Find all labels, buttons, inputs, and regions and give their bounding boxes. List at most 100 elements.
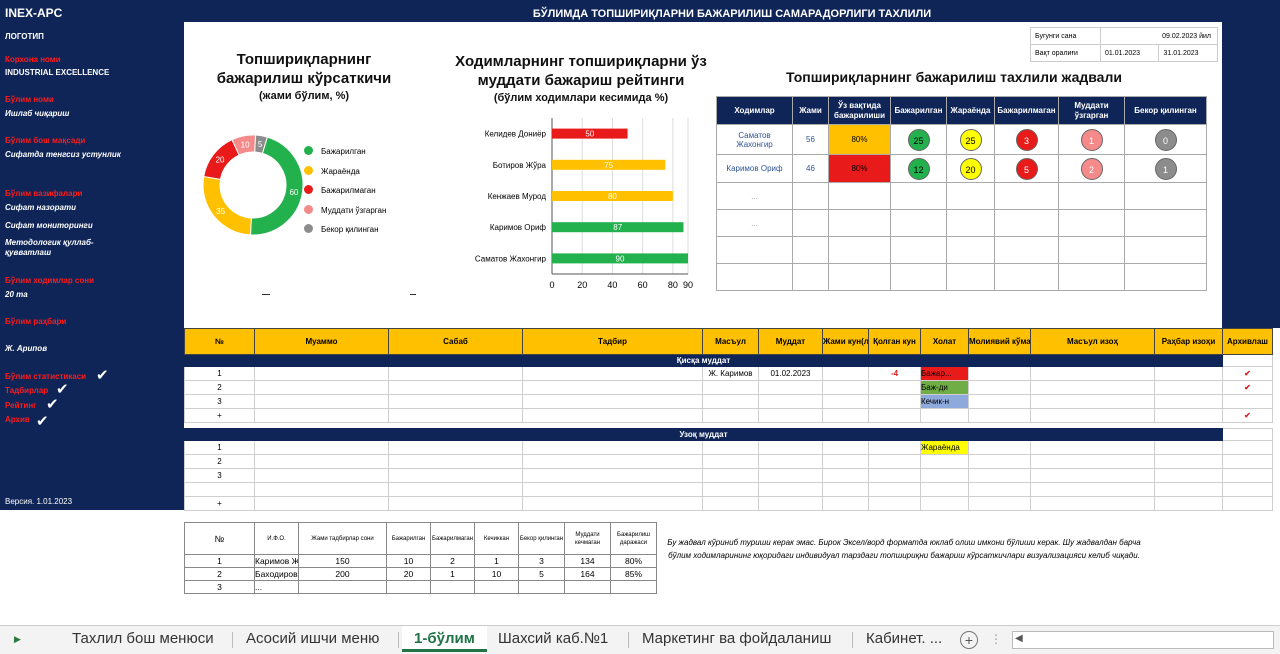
cell[interactable]: 164: [564, 567, 611, 581]
cell[interactable]: [254, 496, 389, 511]
cell[interactable]: [822, 380, 869, 395]
cell[interactable]: [968, 440, 1031, 455]
cell[interactable]: Каримов Ж: [254, 554, 299, 568]
cell[interactable]: [254, 380, 389, 395]
cell[interactable]: [1154, 482, 1223, 497]
link-statistics[interactable]: Бўлим статистикаси: [5, 372, 86, 381]
cell[interactable]: 134: [564, 554, 611, 568]
cell[interactable]: [968, 454, 1031, 469]
archive-check[interactable]: ✔: [1222, 408, 1273, 423]
row-number[interactable]: 3: [184, 468, 255, 483]
cell[interactable]: [1222, 440, 1273, 455]
cell[interactable]: [1154, 496, 1223, 511]
cell[interactable]: [968, 496, 1031, 511]
cell[interactable]: [388, 366, 523, 381]
cell[interactable]: 200: [298, 567, 387, 581]
cell[interactable]: [822, 468, 869, 483]
cell[interactable]: [522, 380, 703, 395]
cell[interactable]: [522, 408, 703, 423]
cell[interactable]: [868, 496, 921, 511]
cell[interactable]: [430, 580, 475, 594]
cell[interactable]: [1154, 380, 1223, 395]
cell[interactable]: [1154, 454, 1223, 469]
cell[interactable]: [1154, 408, 1223, 423]
row-number[interactable]: 1: [184, 440, 255, 455]
tab-analysis-menu[interactable]: Тахлил бош менюси: [72, 626, 214, 652]
cell[interactable]: 3: [184, 580, 255, 594]
cell[interactable]: [758, 454, 823, 469]
cell[interactable]: [1030, 408, 1155, 423]
status-cell[interactable]: Бажар...: [920, 366, 969, 381]
cell[interactable]: [758, 440, 823, 455]
cell[interactable]: [758, 468, 823, 483]
cell[interactable]: [386, 580, 431, 594]
cell[interactable]: [868, 454, 921, 469]
row-number[interactable]: 1: [184, 366, 255, 381]
cell[interactable]: [758, 482, 823, 497]
deadline-cell[interactable]: [758, 380, 823, 395]
cell[interactable]: [868, 440, 921, 455]
cell[interactable]: [1030, 454, 1155, 469]
cell[interactable]: [1222, 454, 1273, 469]
cell[interactable]: 5: [518, 567, 565, 581]
cell[interactable]: [1030, 468, 1155, 483]
horizontal-scrollbar[interactable]: ◀: [1012, 631, 1274, 649]
cell[interactable]: 2: [430, 554, 475, 568]
cell[interactable]: [388, 454, 523, 469]
cell[interactable]: Баходиров: [254, 567, 299, 581]
cell[interactable]: [1030, 482, 1155, 497]
cell[interactable]: [388, 394, 523, 409]
cell[interactable]: [1222, 482, 1273, 497]
status-cell[interactable]: Баж-ди: [920, 380, 969, 395]
cell[interactable]: [388, 440, 523, 455]
cell[interactable]: [522, 366, 703, 381]
cell[interactable]: [254, 468, 389, 483]
deadline-cell[interactable]: 01.02.2023: [758, 366, 823, 381]
cell[interactable]: [1030, 440, 1155, 455]
cell[interactable]: [254, 440, 389, 455]
play-icon[interactable]: ▶: [14, 634, 21, 645]
archive-check[interactable]: [1222, 394, 1273, 409]
cell[interactable]: [1222, 496, 1273, 511]
cell[interactable]: [1154, 366, 1223, 381]
cell[interactable]: [522, 496, 703, 511]
responsible-cell[interactable]: Ж. Каримов: [702, 366, 759, 381]
cell[interactable]: 80%: [610, 554, 657, 568]
cell[interactable]: 2: [184, 567, 255, 581]
cell[interactable]: [610, 580, 657, 594]
deadline-cell[interactable]: [758, 408, 823, 423]
cell[interactable]: [254, 482, 389, 497]
cell[interactable]: [822, 366, 869, 381]
cell[interactable]: [388, 482, 523, 497]
cell[interactable]: [1030, 496, 1155, 511]
row-number[interactable]: +: [184, 408, 255, 423]
add-sheet-icon[interactable]: +: [960, 631, 978, 649]
status-cell[interactable]: [920, 408, 969, 423]
days-left-cell[interactable]: [868, 380, 921, 395]
cell[interactable]: [1030, 366, 1155, 381]
status-cell[interactable]: Жараёнда: [920, 440, 969, 455]
tab-cabinet[interactable]: Кабинет. ...: [866, 626, 942, 652]
link-measures[interactable]: Тадбирлар: [5, 386, 48, 395]
cell[interactable]: [868, 468, 921, 483]
cell[interactable]: [388, 496, 523, 511]
cell[interactable]: [388, 408, 523, 423]
cell[interactable]: [522, 394, 703, 409]
cell[interactable]: [702, 496, 759, 511]
cell[interactable]: 3: [518, 554, 565, 568]
days-left-cell[interactable]: [868, 394, 921, 409]
cell[interactable]: [822, 454, 869, 469]
cell[interactable]: 85%: [610, 567, 657, 581]
status-cell[interactable]: Кечик-н: [920, 394, 969, 409]
responsible-cell[interactable]: [702, 380, 759, 395]
status-cell[interactable]: [920, 468, 969, 483]
cell[interactable]: [822, 408, 869, 423]
cell[interactable]: 1: [430, 567, 475, 581]
cell[interactable]: 10: [474, 567, 519, 581]
status-cell[interactable]: [920, 496, 969, 511]
tab-personal-cabinet[interactable]: Шахсий каб.№1: [498, 626, 608, 652]
deadline-cell[interactable]: [758, 394, 823, 409]
row-number[interactable]: [184, 482, 255, 497]
status-cell[interactable]: [920, 454, 969, 469]
scroll-left-icon[interactable]: ◀: [1015, 633, 1023, 644]
